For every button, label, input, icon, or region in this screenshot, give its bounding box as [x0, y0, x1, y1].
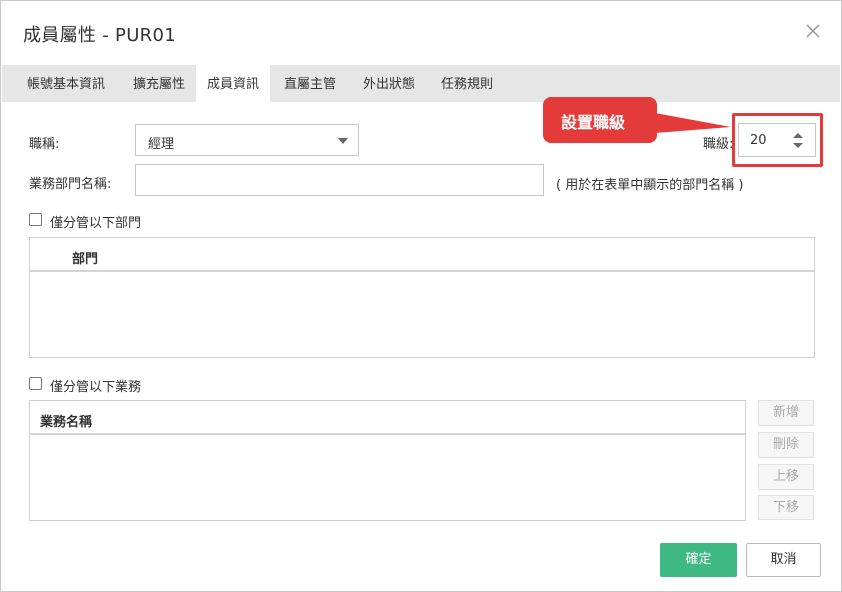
- add-business-button[interactable]: 新增: [758, 400, 814, 426]
- move-down-button[interactable]: 下移: [758, 495, 814, 520]
- spinner-up-icon[interactable]: [793, 133, 803, 138]
- job-title-value: 經理: [148, 137, 175, 152]
- callout-text: 設置職級: [561, 113, 626, 132]
- tab-extended-attributes[interactable]: 擴充屬性: [122, 65, 196, 102]
- ok-button[interactable]: 確定: [660, 543, 737, 577]
- job-level-stepper[interactable]: 20: [738, 123, 816, 157]
- dialog-title: 成員屬性 - PUR01: [23, 25, 176, 46]
- business-column-header: 業務名稱: [40, 415, 93, 430]
- business-grid-header: 業務名稱: [30, 401, 745, 435]
- tab-account-info[interactable]: 帳號基本資訊: [10, 65, 122, 102]
- tab-direct-supervisor[interactable]: 直屬主管: [270, 65, 350, 102]
- move-up-button[interactable]: 上移: [758, 464, 814, 490]
- tab-member-info[interactable]: 成員資訊: [196, 65, 270, 102]
- dept-grid: 部門: [29, 237, 815, 358]
- dept-name-input[interactable]: [135, 164, 544, 196]
- chevron-down-icon: [338, 138, 348, 144]
- member-properties-dialog: 成員屬性 - PUR01 帳號基本資訊 擴充屬性 成員資訊 直屬主管 外出狀態 …: [0, 0, 842, 592]
- dept-column-header: 部門: [72, 252, 99, 267]
- job-title-label: 職稱:: [29, 137, 60, 152]
- dept-name-hint: ( 用於在表單中顯示的部門名稱 ): [556, 178, 744, 193]
- callout-annotation: 設置職級: [541, 95, 741, 155]
- close-icon: [806, 24, 820, 38]
- job-level-value: 20: [750, 133, 767, 148]
- tab-task-rules[interactable]: 任務規則: [428, 65, 506, 102]
- close-button[interactable]: [803, 21, 823, 41]
- business-only-checkbox[interactable]: [29, 377, 42, 390]
- delete-business-button[interactable]: 刪除: [758, 432, 814, 458]
- business-only-label: 僅分管以下業務: [50, 380, 142, 395]
- dept-grid-header: 部門: [30, 238, 814, 272]
- tab-away-status[interactable]: 外出狀態: [350, 65, 428, 102]
- dept-only-checkbox[interactable]: [29, 213, 42, 226]
- business-grid: 業務名稱: [29, 400, 746, 521]
- spinner-down-icon[interactable]: [793, 143, 803, 148]
- dept-only-label: 僅分管以下部門: [50, 216, 142, 231]
- cancel-button[interactable]: 取消: [746, 543, 821, 577]
- dept-name-label: 業務部門名稱:: [29, 177, 112, 192]
- job-title-select[interactable]: 經理: [135, 124, 359, 156]
